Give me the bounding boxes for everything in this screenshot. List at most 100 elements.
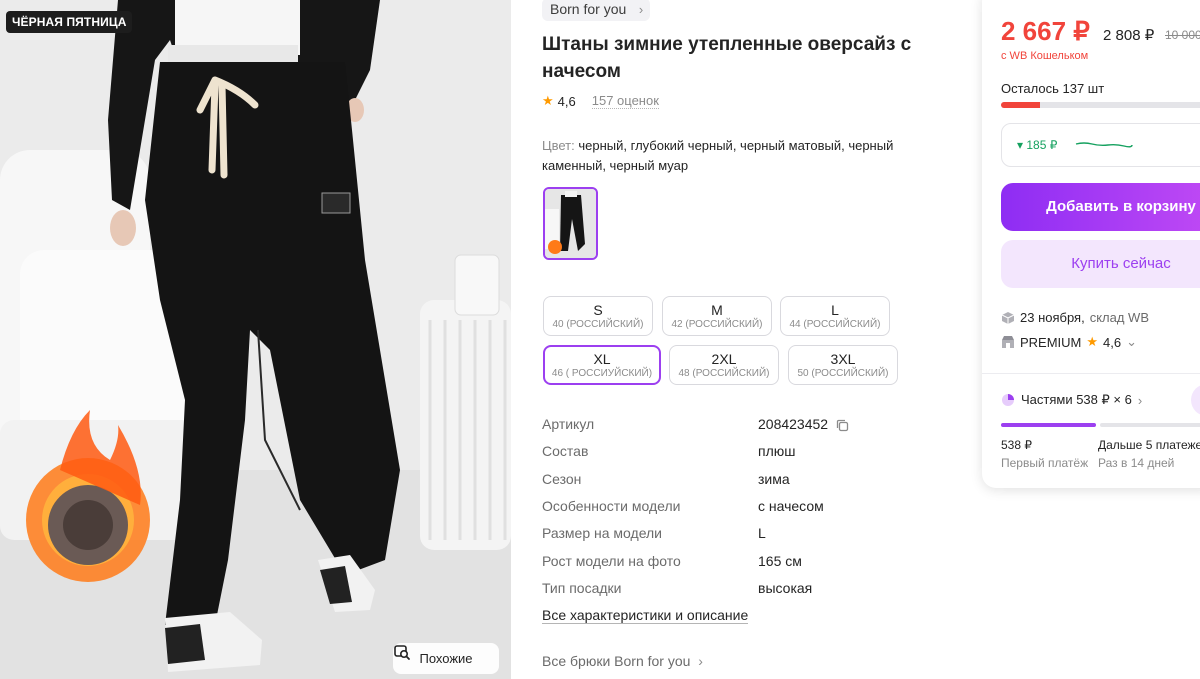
first-payment: 538 ₽ Первый платёж (1001, 436, 1088, 472)
spec-row-model-size: Размер на модели L (542, 525, 942, 545)
next-payments-label: Раз в 14 дней (1098, 456, 1175, 470)
spec-value: L (758, 525, 766, 541)
seller-info[interactable]: PREMIUM ★ 4,6 ⌄ (1001, 334, 1137, 350)
copy-icon[interactable] (836, 419, 849, 432)
size-label: 2XL (711, 351, 737, 367)
size-option-3xl[interactable]: 3XL 50 (РОССИЙСКИЙ) (788, 345, 898, 385)
seller-badge: PREMIUM (1020, 334, 1082, 350)
all-specs-link[interactable]: Все характеристики и описание (542, 607, 749, 624)
size-option-m[interactable]: M 42 (РОССИЙСКИЙ) (662, 296, 772, 336)
seller-rating: 4,6 (1103, 334, 1122, 350)
stock-left: Осталось 137 шт (1001, 81, 1105, 96)
buy-now-button[interactable]: Купить сейчас (1001, 240, 1200, 288)
spec-key: Состав (542, 443, 589, 459)
installment-link[interactable]: Частями 538 ₽ × 6 › (1001, 392, 1142, 408)
installment-rest-segment (1100, 423, 1200, 427)
delivery-info: 23 ноября, склад WB (1001, 310, 1149, 325)
brand-name: Born for you (550, 1, 627, 17)
delivery-warehouse: склад WB (1089, 310, 1149, 325)
thumbnail-image (545, 189, 596, 258)
spec-value: плюш (758, 443, 796, 459)
add-to-cart-button[interactable]: Добавить в корзину (1001, 183, 1200, 231)
price-crossed: 10 000 (1165, 28, 1200, 42)
star-icon: ★ (542, 93, 554, 108)
spec-key: Размер на модели (542, 525, 662, 541)
next-payments-amount: Дальше 5 платежей (1098, 438, 1200, 452)
brand-link[interactable]: Born for you › (542, 0, 651, 21)
box-icon (1001, 311, 1015, 324)
installment-first-segment (1001, 423, 1096, 427)
size-option-2xl[interactable]: 2XL 48 (РОССИЙСКИЙ) (669, 345, 779, 385)
spec-row-features: Особенности модели с начесом (542, 498, 942, 518)
spec-value: с начесом (758, 498, 824, 514)
price-history-sparkline (1075, 142, 1133, 148)
installment-progress (1001, 423, 1200, 427)
buy-card: 2 667 ₽ 2 808 ₽ 10 000 с WB Кошельком Ос… (982, 0, 1200, 488)
star-icon: ★ (1086, 334, 1099, 349)
product-image (0, 0, 511, 679)
chevron-right-icon: › (694, 653, 703, 669)
size-ru-label: 48 (РОССИЙСКИЙ) (678, 368, 770, 379)
spec-key: Рост модели на фото (542, 553, 681, 569)
spec-value: зима (758, 471, 790, 487)
image-search-icon (394, 645, 410, 660)
size-label: L (831, 302, 839, 318)
price-drop: ▾ 185 ₽ (1017, 138, 1058, 152)
price-regular: 2 808 ₽ (1103, 27, 1155, 44)
divider (982, 373, 1200, 374)
spec-key: Сезон (542, 471, 582, 487)
similar-products-button[interactable]: Похожие (393, 643, 499, 674)
size-label: 3XL (830, 351, 856, 367)
all-brand-products-link[interactable]: Все брюки Born for you › (542, 653, 703, 669)
first-payment-amount: 538 ₽ (1001, 438, 1032, 452)
spec-key: Артикул (542, 416, 595, 432)
store-icon (1002, 336, 1014, 348)
size-option-l[interactable]: L 44 (РОССИЙСКИЙ) (780, 296, 890, 336)
installment-label: Частями 538 ₽ × 6 (1021, 392, 1132, 407)
size-ru-label: 40 (РОССИЙСКИЙ) (552, 319, 644, 330)
chevron-down-icon: ⌄ (1126, 334, 1138, 349)
spec-key: Особенности модели (542, 498, 681, 514)
reviews-link[interactable]: 157 оценок (591, 93, 659, 109)
delivery-date: 23 ноября, (1020, 310, 1085, 325)
spec-row-fit: Тип посадки высокая (542, 580, 942, 600)
product-page: ЧЁРНАЯ ПЯТНИЦА Похожие Born for you › Шт… (0, 0, 1200, 679)
first-payment-label: Первый платёж (1001, 456, 1089, 470)
size-label: XL (593, 351, 611, 367)
size-label: S (593, 302, 603, 318)
product-rating: ★ 4,6 157 оценок (542, 93, 659, 109)
all-brand-label: Все брюки Born for you (542, 653, 691, 669)
color-value: черный, глубокий черный, черный матовый,… (542, 138, 894, 173)
price-history[interactable]: ▾ 185 ₽ (1001, 123, 1200, 167)
chevron-right-icon: › (638, 2, 644, 17)
color-label: Цвет: (542, 138, 575, 153)
size-option-s[interactable]: S 40 (РОССИЙСКИЙ) (543, 296, 653, 336)
size-ru-label: 44 (РОССИЙСКИЙ) (789, 319, 881, 330)
promo-badge: ЧЁРНАЯ ПЯТНИЦА (6, 11, 133, 33)
product-photo[interactable]: ЧЁРНАЯ ПЯТНИЦА Похожие (0, 0, 511, 679)
size-ru-label: 42 (РОССИЙСКИЙ) (671, 319, 763, 330)
color-info: Цвет: черный, глубокий черный, черный ма… (542, 136, 922, 176)
size-ru-label: 50 (РОССИЙСКИЙ) (797, 368, 889, 379)
stock-bar-fill (1001, 102, 1041, 108)
spec-row-model-height: Рост модели на фото 165 см (542, 553, 942, 573)
next-payments: Дальше 5 платежей Раз в 14 дней (1098, 436, 1200, 472)
similar-products-label: Похожие (419, 651, 473, 666)
spec-row-composition: Состав плюш (542, 443, 942, 463)
product-title: Штаны зимние утепленные оверсайз с начес… (542, 34, 912, 82)
spec-value: 165 см (758, 553, 802, 569)
price-wallet: 2 667 ₽ (1001, 16, 1090, 46)
rating-value: 4,6 (557, 93, 576, 109)
chevron-right-icon: › (1137, 392, 1143, 408)
size-option-xl[interactable]: XL 46 ( РОССИУЙСКИЙ) (543, 345, 661, 385)
spec-value: высокая (758, 580, 813, 596)
spec-row-season: Сезон зима (542, 471, 942, 491)
size-ru-label: 46 ( РОССИУЙСКИЙ) (551, 368, 653, 379)
spec-row-article: Артикул 208423452 (542, 416, 942, 436)
wallet-note[interactable]: с WB Кошельком (1001, 50, 1088, 62)
color-variant-thumbnail[interactable] (543, 187, 598, 260)
size-label: M (711, 302, 723, 318)
spec-value: 208423452 (758, 416, 849, 432)
stock-bar (1001, 102, 1200, 108)
installment-toggle[interactable] (1191, 384, 1200, 416)
